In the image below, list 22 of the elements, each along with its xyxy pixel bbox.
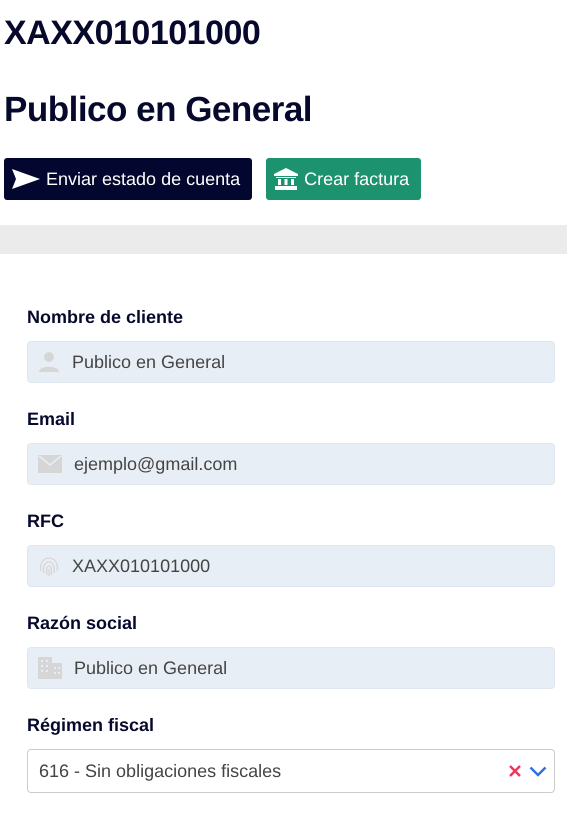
envelope-icon <box>38 455 62 473</box>
page-title: XAXX010101000 <box>4 13 262 54</box>
field-label: RFC <box>27 511 65 533</box>
building-icon <box>38 657 62 679</box>
send-statement-button[interactable]: Enviar estado de cuenta <box>4 158 252 200</box>
chevron-down-icon[interactable] <box>529 766 547 776</box>
clear-icon[interactable] <box>509 765 521 777</box>
fingerprint-icon <box>38 555 60 577</box>
field-label: Nombre de cliente <box>27 307 184 329</box>
person-icon <box>38 351 60 373</box>
bank-icon <box>274 168 298 190</box>
field-label: Email <box>27 409 76 431</box>
input-field[interactable]: ejemplo@gmail.com <box>27 443 555 485</box>
field-label: Régimen fiscal <box>27 715 156 737</box>
input-field[interactable]: Publico en General <box>27 341 555 383</box>
select-field[interactable]: 616 - Sin obligaciones fiscales <box>27 749 555 793</box>
paper-plane-icon <box>12 169 40 189</box>
page-subtitle: Publico en General <box>4 90 314 130</box>
field-label: Razón social <box>27 613 138 635</box>
create-invoice-button[interactable]: Crear factura <box>266 158 422 200</box>
input-field[interactable]: XAXX010101000 <box>27 545 555 587</box>
input-field[interactable]: Publico en General <box>27 647 555 689</box>
